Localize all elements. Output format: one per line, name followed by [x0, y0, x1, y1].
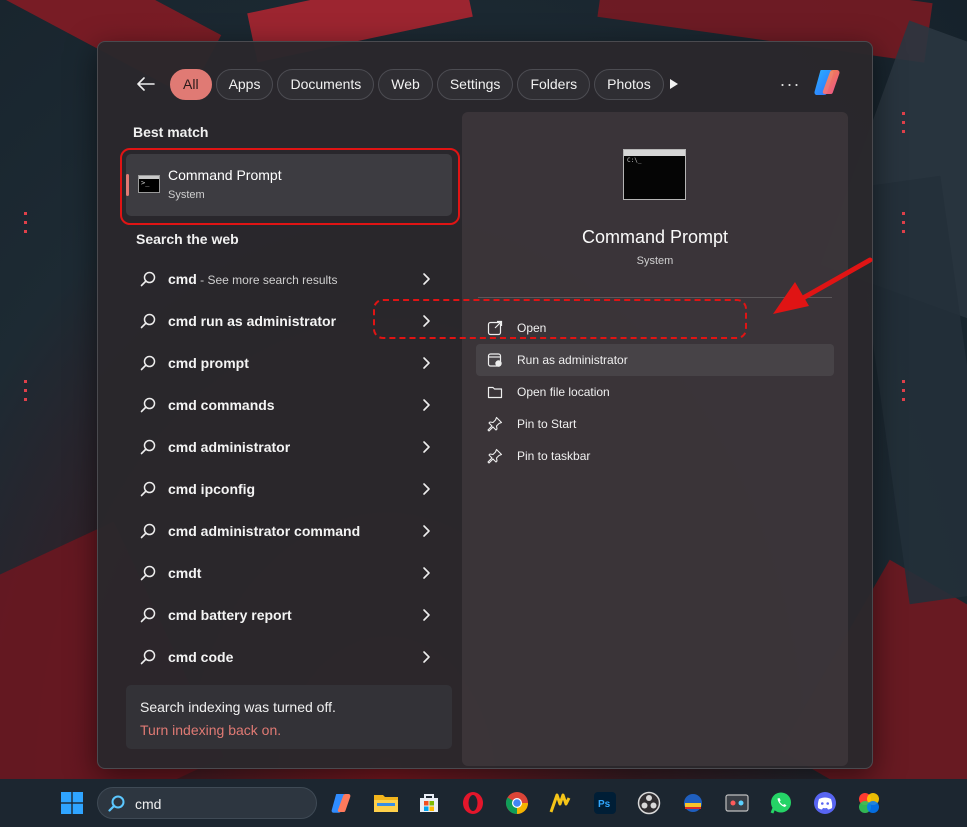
chrome-icon[interactable] — [503, 789, 531, 817]
app-icon[interactable] — [679, 789, 707, 817]
pin-icon — [487, 448, 503, 464]
taskbar-search-box[interactable]: cmd — [97, 787, 317, 819]
chevron-right-icon — [423, 525, 430, 537]
tab-all[interactable]: All — [170, 68, 212, 100]
tab-settings[interactable]: Settings — [436, 68, 514, 100]
shield-admin-icon — [487, 353, 502, 367]
highlight-box-best-match — [120, 148, 460, 225]
suggestion-text: cmd run as administrator — [168, 313, 337, 329]
action-pin-to-start[interactable]: Pin to Start — [476, 408, 834, 440]
action-run-as-administrator[interactable]: Run as administrator — [476, 344, 834, 376]
action-label: Open file location — [517, 385, 610, 399]
action-pin-to-taskbar[interactable]: Pin to taskbar — [476, 440, 834, 472]
opera-icon[interactable] — [459, 789, 487, 817]
suggestion-text: cmd administrator — [168, 439, 291, 455]
app-icon[interactable] — [855, 789, 883, 817]
web-suggestion-item[interactable]: cmd administrator command — [126, 510, 452, 552]
microsoft-store-icon[interactable] — [415, 789, 443, 817]
search-icon — [140, 649, 156, 665]
search-icon — [140, 439, 156, 455]
search-icon — [140, 607, 156, 623]
play-icon — [670, 79, 678, 89]
obs-icon[interactable] — [635, 789, 663, 817]
suggestion-text: cmd prompt — [168, 355, 249, 371]
search-query: cmd — [135, 796, 162, 812]
tab-photos[interactable]: Photos — [594, 68, 664, 100]
search-icon — [140, 481, 156, 497]
chevron-right-icon — [423, 567, 430, 579]
copilot-button[interactable] — [811, 66, 843, 98]
search-icon — [140, 355, 156, 371]
chevron-right-icon — [423, 609, 430, 621]
suggestion-text: cmd - See more search results — [168, 271, 338, 287]
web-suggestion-item[interactable]: cmd battery report — [126, 594, 452, 636]
search-icon — [140, 565, 156, 581]
tab-apps[interactable]: Apps — [215, 68, 274, 100]
web-suggestion-item[interactable]: cmdt — [126, 552, 452, 594]
chevron-right-icon — [423, 357, 430, 369]
indexing-message: Search indexing was turned off. — [140, 699, 336, 715]
folder-icon — [487, 386, 503, 399]
chevron-right-icon — [423, 483, 430, 495]
suggestion-text: cmd ipconfig — [168, 481, 256, 497]
web-suggestion-item[interactable]: cmd administrator — [126, 426, 452, 468]
search-web-heading: Search the web — [136, 231, 239, 247]
best-match-heading: Best match — [133, 124, 209, 140]
search-icon — [140, 271, 156, 287]
suggestion-text: cmd battery report — [168, 607, 292, 623]
whatsapp-icon[interactable] — [767, 789, 795, 817]
turn-indexing-on-link[interactable]: Turn indexing back on. — [140, 722, 281, 738]
discord-icon[interactable] — [811, 789, 839, 817]
taskbar: cmd Ps — [0, 779, 967, 827]
chevron-right-icon — [423, 399, 430, 411]
action-label: Run as administrator — [517, 353, 628, 367]
search-icon — [140, 313, 156, 329]
web-suggestion-item[interactable]: cmd commands — [126, 384, 452, 426]
windows-start-icon[interactable] — [61, 792, 83, 814]
more-options-button[interactable]: ··· — [778, 73, 802, 95]
preview-title: Command Prompt — [581, 227, 729, 247]
indexing-notice: Search indexing was turned off. Turn ind… — [126, 685, 452, 749]
tab-web[interactable]: Web — [378, 68, 433, 100]
more-filters-button[interactable] — [663, 73, 685, 95]
copilot-icon — [814, 70, 840, 95]
chevron-right-icon — [423, 441, 430, 453]
annotation-arrow-icon — [773, 257, 873, 314]
svg-text:Ps: Ps — [598, 799, 611, 810]
file-explorer-icon[interactable] — [372, 789, 400, 817]
web-suggestion-item[interactable]: cmd code — [126, 636, 452, 678]
search-icon — [140, 397, 156, 413]
web-suggestion-item[interactable]: cmd prompt — [126, 342, 452, 384]
suggestion-text: cmd administrator command — [168, 523, 361, 539]
command-prompt-icon — [623, 149, 686, 200]
app-icon[interactable] — [547, 789, 575, 817]
suggestion-text: cmd code — [168, 649, 234, 665]
action-open-file-location[interactable]: Open file location — [476, 376, 834, 408]
preview-pane: Command Prompt System Open Run as admini… — [462, 112, 848, 766]
search-icon — [108, 795, 125, 812]
app-icon[interactable] — [723, 789, 751, 817]
tab-documents[interactable]: Documents — [277, 68, 375, 100]
chevron-right-icon — [423, 651, 430, 663]
tab-folders[interactable]: Folders — [517, 68, 591, 100]
search-icon — [140, 523, 156, 539]
suggestion-text: cmd commands — [168, 397, 275, 413]
web-suggestion-item[interactable]: cmd ipconfig — [126, 468, 452, 510]
pin-icon — [487, 416, 503, 432]
photoshop-icon[interactable]: Ps — [591, 789, 619, 817]
suggestion-text: cmdt — [168, 565, 202, 581]
web-suggestion-item[interactable]: cmd - See more search results — [126, 258, 452, 300]
copilot-taskbar-icon[interactable] — [327, 789, 355, 817]
filter-bar: All Apps Documents Web Settings Folders … — [128, 68, 664, 100]
back-arrow-icon — [137, 77, 155, 91]
back-button[interactable] — [128, 69, 164, 99]
action-label: Pin to taskbar — [517, 449, 591, 463]
chevron-right-icon — [423, 273, 430, 285]
action-label: Pin to Start — [517, 417, 577, 431]
highlight-box-run-as-admin — [373, 299, 747, 339]
search-panel: All Apps Documents Web Settings Folders … — [97, 41, 873, 769]
